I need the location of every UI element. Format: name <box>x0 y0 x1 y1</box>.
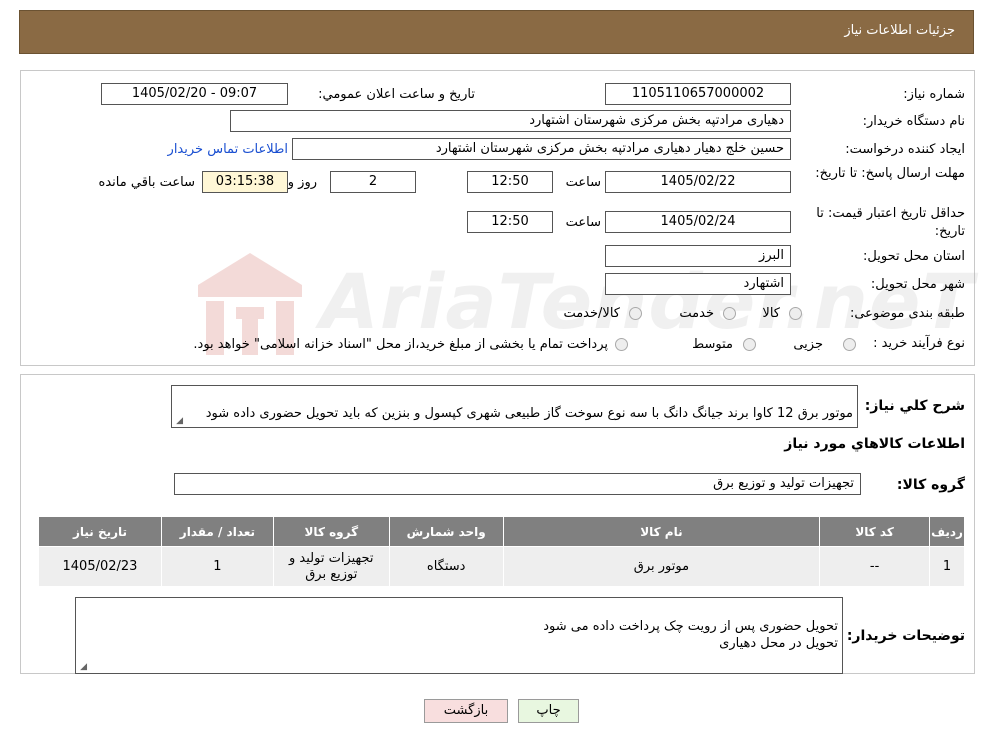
summary-text: موتور برق 12 کاوا برند جیانگ دانگ با سه … <box>205 406 853 421</box>
remaining-label: ساعت باقي مانده <box>98 175 195 190</box>
remaining-time-field: 03:15:38 <box>202 171 288 193</box>
city-field: اشتهارد <box>605 273 791 295</box>
table-header-row: رديف کد کالا نام کالا واحد شمارش گروه کا… <box>38 516 965 547</box>
column-header: تعداد / مقدار <box>160 516 274 547</box>
city-label: شهر محل تحويل: <box>870 277 965 292</box>
back-button[interactable]: بازگشت <box>424 699 508 723</box>
column-header: گروه کالا <box>272 516 390 547</box>
price-validity-time-label: ساعت <box>565 215 601 230</box>
table-cell: تجهیزات تولید و توزیع برق <box>272 546 390 587</box>
table-cell: موتور برق <box>502 546 821 587</box>
summary-field: موتور برق 12 کاوا برند جیانگ دانگ با سه … <box>171 385 858 428</box>
table-cell: 1 <box>160 546 274 587</box>
page-header: جزئيات اطلاعات نياز <box>19 10 974 54</box>
announce-label: تاريخ و ساعت اعلان عمومي: <box>318 87 475 102</box>
category-radio-service[interactable] <box>723 307 736 320</box>
goods-group-field: تجهیزات تولید و توزیع برق <box>174 473 861 495</box>
price-validity-date-field: 1405/02/24 <box>605 211 791 233</box>
print-button[interactable]: چاپ <box>518 699 579 723</box>
goods-group-label: گروه کالا: <box>896 477 965 493</box>
category-option-goods-service: کالا/خدمت <box>563 306 620 321</box>
category-radio-goods-service[interactable] <box>629 307 642 320</box>
buyer-org-label: نام دستگاه خريدار: <box>862 114 965 129</box>
send-deadline-date-field: 1405/02/22 <box>605 171 791 193</box>
category-label: طبقه بندی موضوعی: <box>849 306 965 321</box>
need-number-label: شماره نياز: <box>903 87 965 102</box>
process-option-medium: متوسط <box>692 337 733 352</box>
send-deadline-label: مهلت ارسال پاسخ: تا تاريخ: <box>815 166 965 181</box>
column-header: کد کالا <box>819 516 931 547</box>
table-cell: دستگاه <box>388 546 504 587</box>
requester-label: ايجاد کننده درخواست: <box>845 142 965 157</box>
days-field: 2 <box>330 171 416 193</box>
column-header: واحد شمارش <box>388 516 504 547</box>
days-label: روز و <box>287 175 317 190</box>
process-option-minor: جزیی <box>793 337 823 352</box>
requester-field: حسین خلج دهیار دهیاری مرادتپه بخش مرکزی … <box>292 138 791 160</box>
resize-grip-icon[interactable]: ◢ <box>174 417 183 426</box>
category-radio-goods[interactable] <box>789 307 802 320</box>
resize-grip-icon[interactable]: ◢ <box>78 663 87 672</box>
table-cell: 1 <box>929 546 965 587</box>
column-header: نام کالا <box>502 516 821 547</box>
buyer-notes-label: توضيحات خريدار: <box>846 628 965 644</box>
process-note: پرداخت تمام یا بخشی از مبلغ خرید،از محل … <box>193 337 608 352</box>
table-cell: -- <box>819 546 931 587</box>
summary-label: شرح کلي نياز: <box>864 398 965 414</box>
page-title: جزئيات اطلاعات نياز <box>844 23 955 38</box>
province-label: استان محل تحويل: <box>863 249 965 264</box>
buyer-contact-link[interactable]: اطلاعات تماس خريدار <box>168 142 288 157</box>
process-label: نوع فرآيند خريد : <box>873 336 965 351</box>
price-validity-label: حداقل تاريخ اعتبار قيمت: تا تاريخ: <box>816 206 965 239</box>
table-row: 1 -- موتور برق دستگاه تجهیزات تولید و تو… <box>38 546 965 587</box>
buyer-notes-field: تحویل حضوری پس از رویت چک پرداخت داده می… <box>75 597 843 674</box>
column-header: تاريخ نياز <box>38 516 162 547</box>
process-radio-treasury[interactable] <box>615 338 628 351</box>
send-deadline-time-label: ساعت <box>565 175 601 190</box>
need-number-field: 1105110657000002 <box>605 83 791 105</box>
announce-field: 1405/02/20 - 09:07 <box>101 83 288 105</box>
province-field: البرز <box>605 245 791 267</box>
column-header: رديف <box>929 516 965 547</box>
process-radio-minor[interactable] <box>843 338 856 351</box>
category-option-service: خدمت <box>679 306 714 321</box>
table-cell: 1405/02/23 <box>38 546 162 587</box>
buyer-notes-text: تحویل حضوری پس از رویت چک پرداخت داده می… <box>543 619 838 651</box>
price-validity-time-field: 12:50 <box>467 211 553 233</box>
goods-info-title: اطلاعات کالاهاي مورد نياز <box>784 436 965 452</box>
send-deadline-time-field: 12:50 <box>467 171 553 193</box>
category-option-goods: کالا <box>762 306 780 321</box>
process-radio-medium[interactable] <box>743 338 756 351</box>
buyer-org-field: دهیاری مرادتپه بخش مرکزی شهرستان اشتهارد <box>230 110 791 132</box>
goods-table: رديف کد کالا نام کالا واحد شمارش گروه کا… <box>38 516 965 587</box>
